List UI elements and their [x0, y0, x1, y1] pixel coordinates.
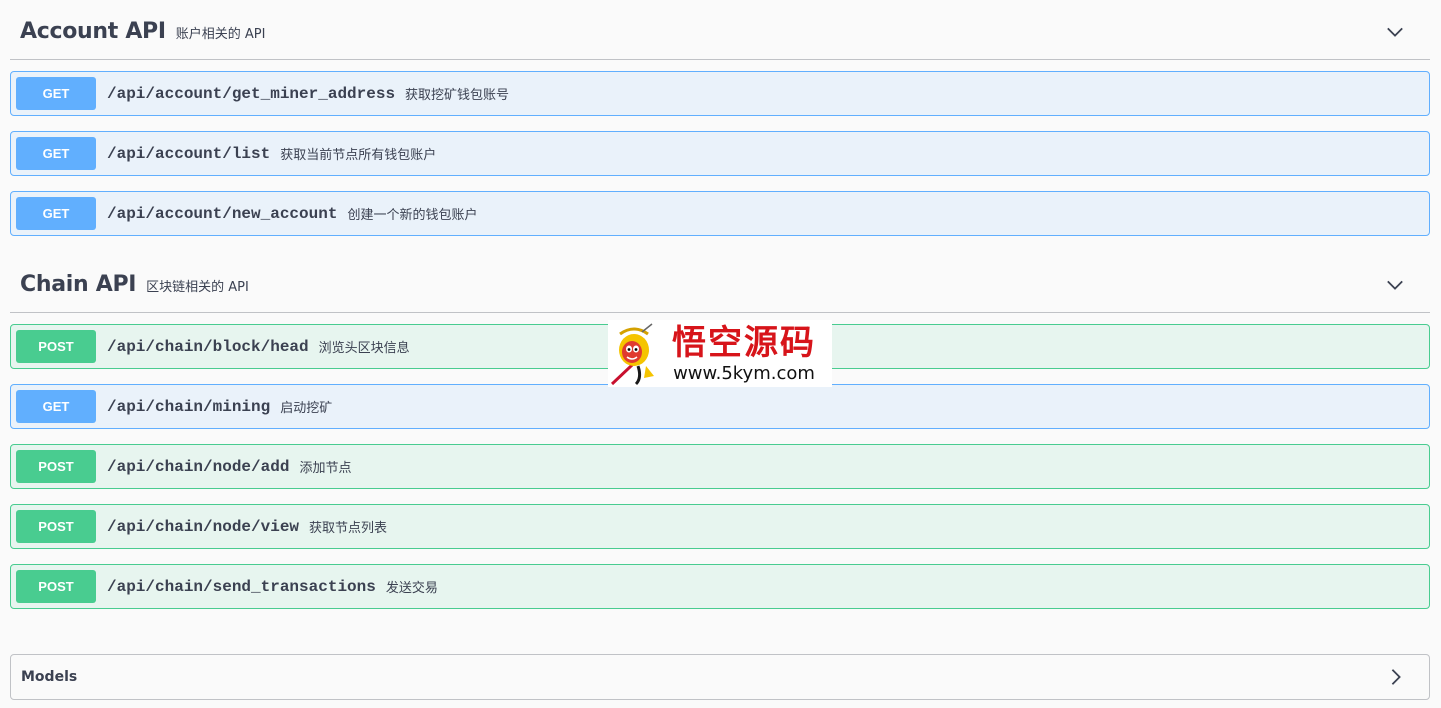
operation-summary: 启动挖矿 [280, 401, 333, 416]
operation-get-miner-address[interactable]: GET /api/account/get_miner_address 获取挖矿钱… [10, 71, 1430, 116]
operation-path: /api/chain/block/head [107, 337, 309, 356]
models-title: Models [21, 669, 78, 685]
section-header-account-api[interactable]: Account API 账户相关的 API [10, 4, 1430, 60]
method-badge: GET [16, 137, 96, 170]
method-badge: POST [16, 510, 96, 543]
models-section[interactable]: Models [10, 654, 1430, 700]
method-badge: GET [16, 77, 96, 110]
operation-path: /api/account/get_miner_address [107, 84, 396, 103]
watermark: 悟空源码 www.5kym.com [608, 320, 832, 387]
operation-path: /api/chain/send_transactions [107, 577, 376, 596]
operation-node-add[interactable]: POST /api/chain/node/add 添加节点 [10, 444, 1430, 489]
method-badge: POST [16, 570, 96, 603]
operation-summary: 获取当前节点所有钱包账户 [280, 148, 437, 163]
operation-node-view[interactable]: POST /api/chain/node/view 获取节点列表 [10, 504, 1430, 549]
operation-summary: 添加节点 [299, 461, 352, 476]
operation-path: /api/chain/mining [107, 397, 271, 416]
chevron-down-icon[interactable] [1386, 23, 1404, 41]
chevron-right-icon[interactable] [1387, 668, 1405, 686]
operation-mining[interactable]: GET /api/chain/mining 启动挖矿 [10, 384, 1430, 429]
operation-send-transactions[interactable]: POST /api/chain/send_transactions 发送交易 [10, 564, 1430, 609]
watermark-url: www.5kym.com [673, 362, 815, 384]
method-badge: GET [16, 197, 96, 230]
section-title: Account API [20, 19, 166, 44]
operation-account-list[interactable]: GET /api/account/list 获取当前节点所有钱包账户 [10, 131, 1430, 176]
method-badge: POST [16, 450, 96, 483]
operation-path: /api/account/list [107, 144, 271, 163]
section-description: 账户相关的 API [175, 27, 266, 42]
operation-path: /api/chain/node/view [107, 517, 300, 536]
operation-summary: 获取节点列表 [309, 521, 388, 536]
chevron-down-icon[interactable] [1386, 276, 1404, 294]
operation-path: /api/chain/node/add [107, 457, 290, 476]
operation-summary: 发送交易 [385, 581, 438, 596]
section-header-chain-api[interactable]: Chain API 区块链相关的 API [10, 257, 1430, 313]
watermark-title: 悟空源码 [672, 322, 816, 363]
operation-summary: 创建一个新的钱包账户 [347, 208, 478, 223]
operation-path: /api/account/new_account [107, 204, 338, 223]
operation-summary: 浏览头区块信息 [318, 341, 410, 356]
operation-new-account[interactable]: GET /api/account/new_account 创建一个新的钱包账户 [10, 191, 1430, 236]
method-badge: GET [16, 390, 96, 423]
section-title: Chain API [20, 272, 137, 297]
method-badge: POST [16, 330, 96, 363]
operation-summary: 获取挖矿钱包账号 [405, 88, 510, 103]
section-description: 区块链相关的 API [146, 280, 249, 295]
monkey-king-logo-icon [610, 323, 654, 386]
